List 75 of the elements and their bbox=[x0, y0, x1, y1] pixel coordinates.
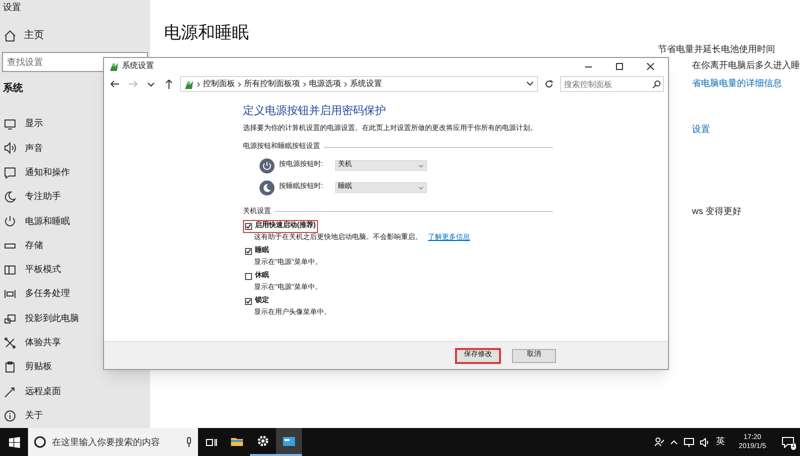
up-arrow-icon bbox=[163, 79, 175, 89]
monitor-icon bbox=[4, 118, 16, 130]
tablet-icon bbox=[4, 264, 16, 276]
text: 在你离开电脑后多久进入睡 bbox=[692, 59, 800, 71]
microphone-icon bbox=[186, 437, 192, 447]
sidebar-item[interactable]: 多任务处理 bbox=[0, 282, 150, 306]
breadcrumb-item[interactable]: 控制面板 bbox=[203, 78, 235, 90]
page-heading: 定义电源按钮并启用密码保护 bbox=[243, 104, 387, 119]
text: 节省电量并延长电池使用时间 bbox=[658, 43, 776, 55]
breadcrumb-item[interactable]: 电源选项 bbox=[309, 78, 341, 90]
checkbox[interactable] bbox=[245, 272, 252, 280]
refresh-icon bbox=[544, 79, 554, 89]
maximize-icon bbox=[616, 62, 622, 70]
chevron-down-icon bbox=[525, 80, 535, 88]
link[interactable]: 设置 bbox=[692, 123, 800, 135]
chevron-right-icon bbox=[238, 82, 241, 86]
sidebar-item[interactable]: 体验共享 bbox=[0, 330, 150, 356]
folder-icon bbox=[230, 435, 244, 447]
breadcrumb-item[interactable]: 所有控制面板项 bbox=[244, 78, 300, 90]
sidebar-item[interactable]: 显示 bbox=[0, 112, 150, 136]
chevron-right-icon bbox=[197, 82, 200, 86]
task-view-icon bbox=[206, 438, 216, 446]
checkbox[interactable] bbox=[245, 298, 252, 305]
sidebar-item[interactable]: 通知和操作 bbox=[0, 160, 150, 185]
sidebar-item[interactable]: 电源和睡眠 bbox=[0, 209, 150, 234]
message-icon bbox=[4, 166, 16, 179]
moon-icon bbox=[4, 190, 16, 203]
input-language[interactable]: 英 bbox=[716, 435, 725, 449]
gear-icon bbox=[256, 435, 270, 447]
multitask-icon bbox=[4, 288, 16, 300]
back-arrow-icon bbox=[109, 79, 121, 89]
projector-icon bbox=[4, 312, 16, 325]
chevron-right-icon bbox=[303, 82, 306, 86]
search-icon bbox=[652, 80, 661, 89]
window-title: 设置 bbox=[2, 1, 22, 14]
sidebar-item[interactable]: 关于 bbox=[0, 404, 150, 428]
volume-icon bbox=[700, 438, 710, 446]
sleep-button-icon bbox=[259, 180, 275, 196]
link[interactable]: 省电脑电量的详细信息 bbox=[692, 77, 800, 89]
home-icon bbox=[4, 30, 16, 42]
chevron-right-icon bbox=[344, 82, 347, 86]
section-heading: 系统 bbox=[3, 82, 23, 96]
sidebar-item[interactable]: 剪贴板 bbox=[0, 355, 150, 380]
home-link[interactable]: 主页 bbox=[0, 25, 150, 46]
share-icon bbox=[4, 336, 16, 349]
windows-logo-icon bbox=[8, 436, 20, 448]
chevron-down-icon bbox=[418, 164, 424, 168]
sidebar-item[interactable]: 远程桌面 bbox=[0, 379, 150, 404]
network-icon bbox=[684, 438, 694, 446]
checkbox[interactable] bbox=[245, 222, 252, 230]
text: ws 变得更好 bbox=[692, 205, 742, 217]
window-icon bbox=[282, 435, 296, 447]
power-icon bbox=[4, 215, 16, 228]
cortana-circle-icon bbox=[34, 436, 46, 448]
people-icon bbox=[654, 437, 664, 447]
control-panel-icon bbox=[108, 60, 119, 72]
chevron-down-icon bbox=[418, 186, 424, 190]
page-title: 电源和睡眠 bbox=[164, 22, 250, 44]
clipboard-icon bbox=[4, 361, 16, 374]
forward-arrow-icon bbox=[127, 79, 139, 89]
control-panel-icon bbox=[183, 78, 194, 90]
power-button-icon bbox=[259, 158, 275, 174]
sidebar-item[interactable]: 平板模式 bbox=[0, 258, 150, 282]
breadcrumb-item[interactable]: 系统设置 bbox=[350, 78, 382, 90]
message-icon bbox=[782, 436, 794, 448]
speaker-icon bbox=[4, 142, 16, 154]
checkbox[interactable] bbox=[245, 248, 252, 255]
sidebar-item[interactable]: 声音 bbox=[0, 136, 150, 160]
info-icon bbox=[4, 410, 16, 422]
sidebar-item[interactable]: 投影到此电脑 bbox=[0, 306, 150, 331]
sidebar-item[interactable]: 专注助手 bbox=[0, 184, 150, 210]
close-icon bbox=[646, 62, 654, 70]
search-field[interactable]: 在这里输入你要搜索的内容 bbox=[28, 428, 198, 456]
sidebar-item[interactable]: 存储 bbox=[0, 233, 150, 258]
chevron-up-icon bbox=[670, 439, 678, 445]
